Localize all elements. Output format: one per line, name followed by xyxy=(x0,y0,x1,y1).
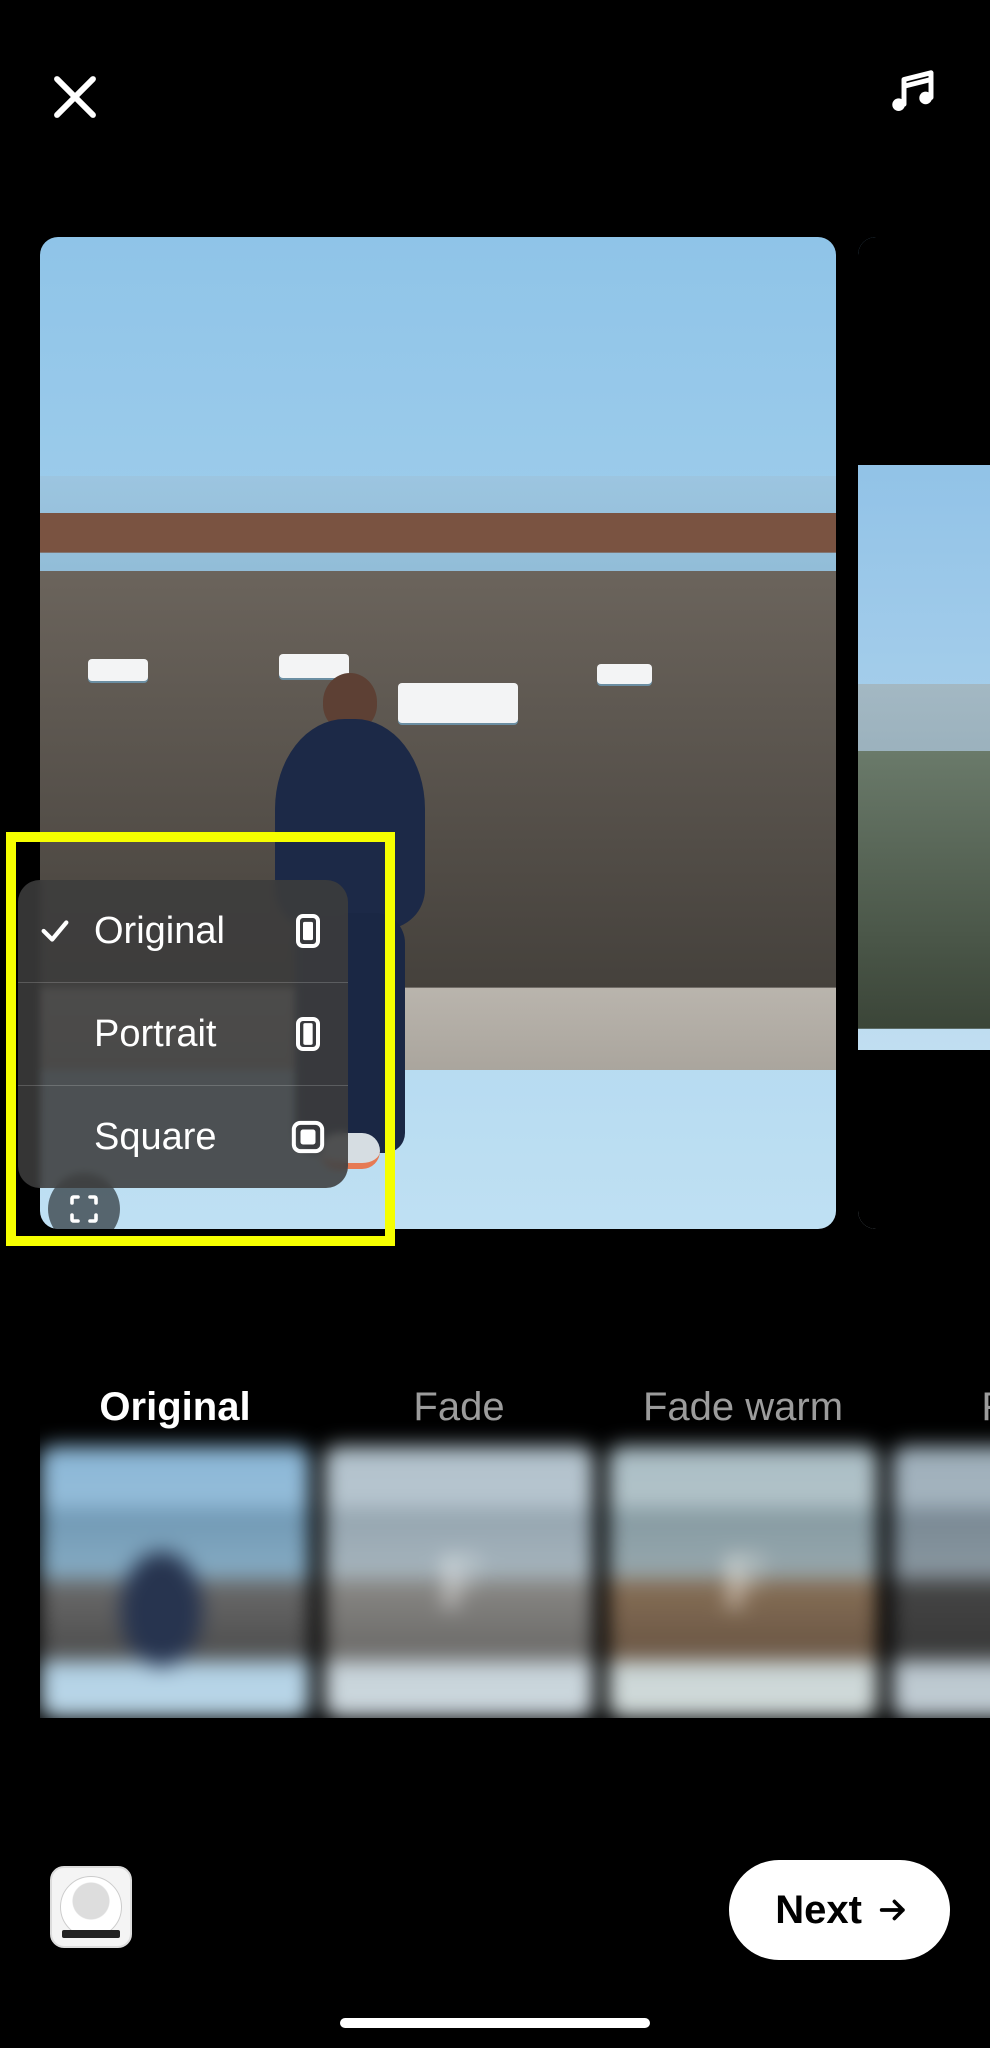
arrow-right-icon xyxy=(876,1893,910,1927)
home-indicator[interactable] xyxy=(340,2018,650,2028)
top-bar xyxy=(0,0,990,160)
filter-label: Fade warm xyxy=(643,1385,843,1430)
aspect-option-label: Original xyxy=(94,910,270,953)
check-icon xyxy=(32,914,78,948)
filter-fade-warm[interactable]: Fade warm F xyxy=(608,1385,878,1718)
filter-letter: F xyxy=(722,1540,763,1625)
filter-carousel[interactable]: Original Fade F Fade warm F Fade xyxy=(40,1385,990,1718)
filter-thumbnail xyxy=(892,1446,990,1718)
filter-label: Fade xyxy=(981,1385,990,1430)
gallery-thumbnail-icon xyxy=(60,1876,122,1938)
aspect-shape-icon xyxy=(286,909,330,953)
filter-fade[interactable]: Fade F xyxy=(324,1385,594,1718)
filter-label: Original xyxy=(99,1385,250,1430)
filter-thumbnail: F xyxy=(608,1446,878,1718)
aspect-shape-icon xyxy=(286,1115,330,1159)
aspect-option-label: Square xyxy=(94,1116,270,1159)
filter-letter: F xyxy=(438,1540,479,1625)
photo-content xyxy=(858,237,990,1229)
gallery-picker-button[interactable] xyxy=(50,1866,132,1948)
filter-original[interactable]: Original xyxy=(40,1385,310,1718)
filter-thumbnail: F xyxy=(324,1446,594,1718)
photo-preview-2[interactable] xyxy=(858,237,990,1229)
next-button[interactable]: Next xyxy=(729,1860,950,1960)
close-icon xyxy=(48,70,102,124)
aspect-option-original[interactable]: Original xyxy=(18,880,348,983)
close-button[interactable] xyxy=(40,62,110,132)
aspect-option-square[interactable]: Square xyxy=(18,1086,348,1188)
music-icon xyxy=(886,66,940,120)
aspect-option-portrait[interactable]: Portrait xyxy=(18,983,348,1086)
boat-icon xyxy=(88,659,148,681)
add-music-button[interactable] xyxy=(878,58,948,128)
filter-thumbnail xyxy=(40,1446,310,1718)
filter-label: Fade xyxy=(413,1385,504,1430)
photo-editor-screen: OriginalPortraitSquare OriginalFadeFFade… xyxy=(0,0,990,2048)
aspect-option-label: Portrait xyxy=(94,1013,270,1056)
boat-icon xyxy=(597,664,652,684)
filter-fade[interactable]: Fade xyxy=(892,1385,990,1718)
aspect-ratio-menu: Original Portrait Square xyxy=(18,880,348,1188)
crop-aspect-icon xyxy=(66,1191,102,1227)
next-button-label: Next xyxy=(775,1888,862,1933)
aspect-shape-icon xyxy=(286,1012,330,1056)
